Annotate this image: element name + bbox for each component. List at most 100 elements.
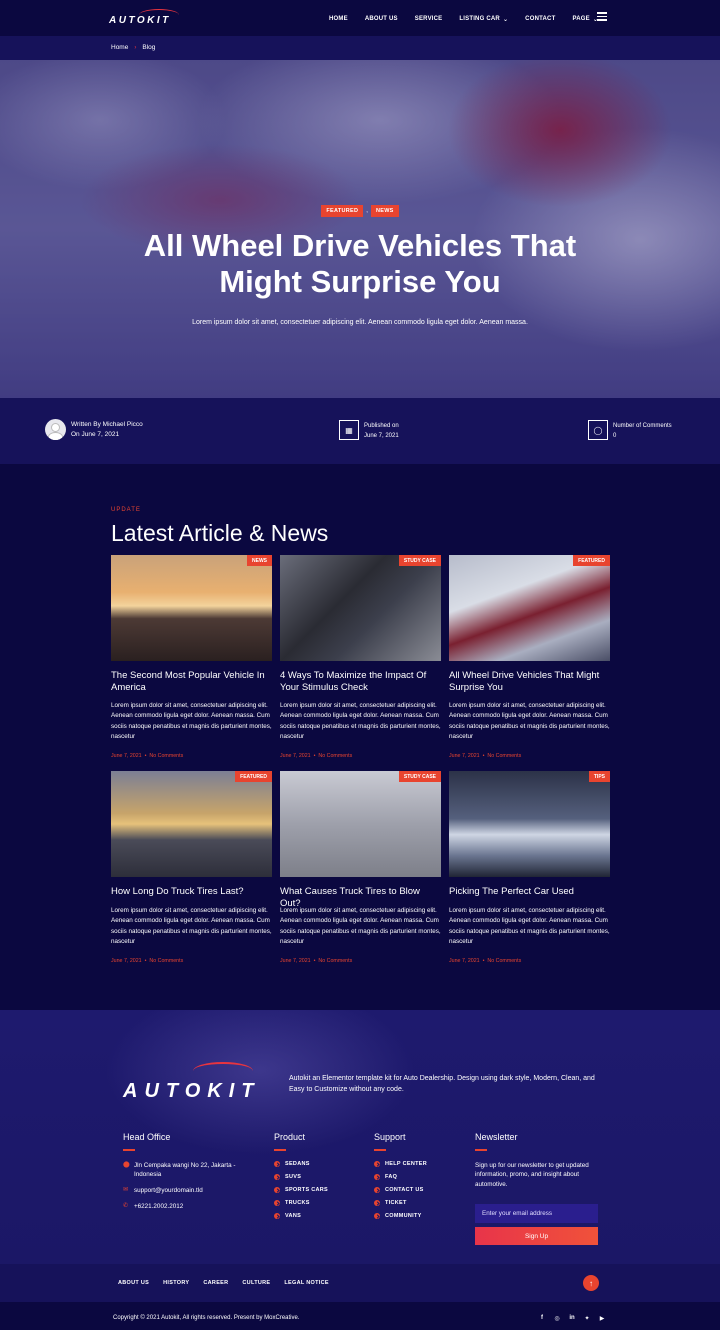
comments-info: Number of Comments 0 (613, 423, 672, 439)
arrow-up-icon[interactable]: ↑ (583, 1275, 599, 1291)
nav-home[interactable]: HOME (329, 16, 348, 22)
address: ⬤ Jln Cempaka wangi No 22, Jakarta - Indo… (123, 1161, 236, 1178)
footer-link[interactable]: TICKET (374, 1199, 464, 1206)
footer-links-bar (0, 1264, 720, 1302)
youtube-icon[interactable]: ▶ (598, 1314, 606, 1322)
copyright: Copyright © 2021 Autokit, All rights res… (113, 1315, 300, 1321)
newsletter-email-input[interactable] (475, 1204, 598, 1223)
article-image[interactable]: STUDY CASE (280, 771, 441, 877)
footer-link-about[interactable]: ABOUT US (118, 1280, 149, 1286)
footer-logo[interactable]: AUTOKIT (123, 1062, 263, 1102)
article-title[interactable]: 4 Ways To Maximize the Impact Of Your St… (280, 670, 441, 693)
article-image[interactable]: FEATURED (449, 555, 610, 661)
section-label: UPDATE (111, 507, 141, 513)
signup-button[interactable]: Sign Up (475, 1227, 598, 1245)
article-card[interactable]: STUDY CASE 4 Ways To Maximize the Impact… (280, 555, 441, 759)
article-excerpt: Lorem ipsum dolor sit amet, consectetuer… (280, 702, 441, 740)
chevron-right-icon (374, 1199, 380, 1206)
card-tag[interactable]: NEWS (247, 555, 272, 566)
mail-icon: ✉ (123, 1186, 129, 1193)
instagram-icon[interactable]: ◎ (553, 1314, 561, 1322)
footer-link[interactable]: SPORTS CARS (274, 1186, 364, 1193)
chevron-right-icon (374, 1212, 380, 1219)
tag-featured[interactable]: FEATURED (321, 205, 364, 217)
article-excerpt: Lorem ipsum dolor sit amet, consectetuer… (111, 907, 272, 945)
article-card[interactable]: STUDY CASE What Causes Truck Tires to Bl… (280, 771, 441, 964)
article-image[interactable]: NEWS (111, 555, 272, 661)
published-info: Published on June 7, 2021 (364, 423, 399, 439)
footer-link[interactable]: SUVS (274, 1173, 364, 1180)
nav-contact[interactable]: CONTACT (525, 16, 555, 22)
nav-listing-car[interactable]: LISTING CAR ⌄ (459, 16, 508, 23)
chevron-right-icon (274, 1212, 280, 1219)
article-card[interactable]: NEWS The Second Most Popular Vehicle In … (111, 555, 272, 759)
nav-about-us[interactable]: ABOUT US (365, 16, 398, 22)
footer-bottom-links: ABOUT US HISTORY CAREER CULTURE LEGAL NO… (118, 1280, 343, 1286)
menu-icon[interactable] (597, 12, 607, 21)
email[interactable]: ✉ support@yourdomain.tld (123, 1186, 253, 1195)
main-nav: HOME ABOUT US SERVICE LISTING CAR ⌄ CONTA… (329, 13, 615, 25)
article-excerpt: Lorem ipsum dolor sit amet, consectetuer… (280, 907, 441, 945)
avatar (45, 419, 66, 440)
footer-link[interactable]: CONTACT US (374, 1186, 464, 1193)
article-image[interactable]: TIPS (449, 771, 610, 877)
footer-head-office: Head Office ⬤ Jln Cempaka wangi No 22, Ja… (123, 1132, 253, 1218)
linkedin-icon[interactable]: in (568, 1314, 576, 1322)
article-title[interactable]: The Second Most Popular Vehicle In Ameri… (111, 670, 272, 693)
hero-subtitle: Lorem ipsum dolor sit amet, consectetuer… (192, 319, 528, 326)
article-meta: June 7, 2021 • No Comments (111, 958, 184, 964)
footer-link-career[interactable]: CAREER (203, 1280, 228, 1286)
chevron-right-icon (374, 1173, 380, 1180)
logo-car-icon (193, 1062, 253, 1080)
card-tag[interactable]: FEATURED (573, 555, 610, 566)
chevron-right-icon (374, 1186, 380, 1193)
footer-link[interactable]: COMMUNITY (374, 1212, 464, 1219)
footer-about: Autokit an Elementor template kit for Au… (289, 1075, 595, 1093)
chevron-right-icon (374, 1160, 380, 1167)
article-image[interactable]: STUDY CASE (280, 555, 441, 661)
footer-link[interactable]: VANS (274, 1212, 364, 1219)
article-excerpt: Lorem ipsum dolor sit amet, consectetuer… (449, 702, 610, 740)
facebook-icon[interactable]: f (538, 1314, 546, 1322)
chevron-right-icon (274, 1199, 280, 1206)
chevron-right-icon (274, 1160, 280, 1167)
comment-icon: ◯ (588, 420, 608, 440)
footer-link[interactable]: HELP CENTER (374, 1160, 464, 1167)
footer-link-culture[interactable]: CULTURE (242, 1280, 270, 1286)
article-title[interactable]: All Wheel Drive Vehicles That Might Surp… (449, 670, 610, 693)
breadcrumb: Home › Blog (111, 44, 155, 51)
breadcrumb-home[interactable]: Home (111, 44, 128, 51)
footer-link-legal[interactable]: LEGAL NOTICE (284, 1280, 328, 1286)
chevron-right-icon: › (134, 44, 137, 51)
article-excerpt: Lorem ipsum dolor sit amet, consectetuer… (111, 702, 272, 740)
hero-tags: FEATURED , NEWS (0, 205, 720, 217)
article-card[interactable]: FEATURED All Wheel Drive Vehicles That M… (449, 555, 610, 759)
tag-news[interactable]: NEWS (370, 205, 399, 217)
social-links: f ◎ in ✦ ▶ (538, 1314, 613, 1322)
article-title[interactable]: What Causes Truck Tires to Blow Out? (280, 886, 441, 909)
article-title[interactable]: Picking The Perfect Car Used (449, 886, 610, 898)
twitter-icon[interactable]: ✦ (583, 1314, 591, 1322)
footer-link-history[interactable]: HISTORY (163, 1280, 189, 1286)
footer-link[interactable]: FAQ (374, 1173, 464, 1180)
section-title: Latest Article & News (111, 520, 329, 546)
site-logo[interactable]: AUTOKIT (109, 9, 179, 29)
phone[interactable]: ✆ +6221.2002.2012 (123, 1202, 253, 1211)
article-card[interactable]: TIPS Picking The Perfect Car Used Lorem … (449, 771, 610, 964)
footer-support: Support HELP CENTER FAQ CONTACT US TICKE… (374, 1132, 464, 1226)
article-excerpt: Lorem ipsum dolor sit amet, consectetuer… (449, 907, 610, 945)
nav-page[interactable]: PAGE ⌄ (572, 16, 598, 23)
article-image[interactable]: FEATURED (111, 771, 272, 877)
card-tag[interactable]: STUDY CASE (398, 771, 441, 782)
article-meta: June 7, 2021 • No Comments (449, 958, 522, 964)
article-title[interactable]: How Long Do Truck Tires Last? (111, 886, 272, 898)
nav-service[interactable]: SERVICE (415, 16, 443, 22)
calendar-icon: ▦ (339, 420, 359, 440)
footer-link[interactable]: TRUCKS (274, 1199, 364, 1206)
card-tag[interactable]: STUDY CASE (398, 555, 441, 566)
card-tag[interactable]: FEATURED (235, 771, 272, 782)
card-tag[interactable]: TIPS (588, 771, 610, 782)
footer-link[interactable]: SEDANS (274, 1160, 364, 1167)
article-card[interactable]: FEATURED How Long Do Truck Tires Last? L… (111, 771, 272, 964)
chevron-down-icon: ⌄ (502, 16, 509, 23)
